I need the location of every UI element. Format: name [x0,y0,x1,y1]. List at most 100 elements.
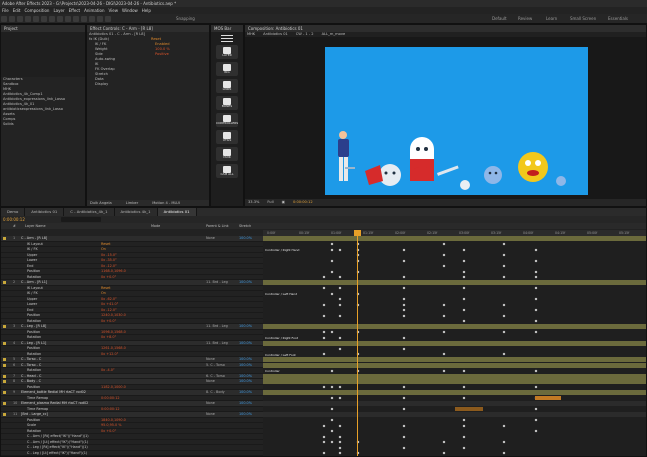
keyframe[interactable] [338,424,342,427]
label-color-swatch[interactable] [3,413,6,416]
keyframe[interactable] [338,396,342,400]
effect-row[interactable]: Display [87,82,209,87]
mos-bar-tab[interactable]: MOS Bar [211,25,243,32]
keyframe[interactable] [402,275,406,279]
layer-duration-bar[interactable]: Controller / Right Foot [263,324,646,340]
keyframe[interactable] [462,286,466,290]
keyframe[interactable] [402,314,406,317]
keyframe[interactable] [338,303,342,306]
keyframe[interactable] [402,347,406,350]
layer-duration-bar[interactable] [263,412,646,417]
hand-tool-icon[interactable] [17,16,23,22]
keyframe[interactable] [534,385,538,389]
layer-duration-bar[interactable]: Controller [263,362,646,379]
keyframe[interactable] [402,385,406,389]
breadcrumb-item[interactable]: ALL_m_move [322,32,346,37]
label-color-swatch[interactable] [3,380,6,383]
puppet-tool-icon[interactable] [105,16,111,22]
keyframe[interactable] [330,242,334,246]
keyframe[interactable] [462,248,466,251]
duik-bones-button[interactable]: BONES [216,96,238,110]
keyframe[interactable] [534,330,538,334]
menu-layer[interactable]: Layer [53,7,64,14]
time-remap-segment[interactable] [455,406,483,411]
keyframe[interactable] [322,451,326,455]
keyframe[interactable] [338,275,342,279]
workspace-review[interactable]: Review [518,14,532,23]
keyframe[interactable] [338,297,342,301]
menu-window[interactable]: Window [122,7,138,14]
workspace-learn[interactable]: Learn [546,14,557,23]
keyframe[interactable] [534,286,538,290]
menu-composition[interactable]: Composition [24,7,49,14]
type-tool-icon[interactable] [73,16,79,22]
keyframe[interactable] [338,385,342,389]
layer-duration-bar[interactable] [263,401,646,406]
keyframe[interactable] [534,259,538,262]
keyframe[interactable] [534,369,538,372]
pan-behind-tool-icon[interactable] [49,16,55,22]
keyframe[interactable] [534,248,538,251]
keyframe[interactable] [338,440,342,444]
keyframe[interactable] [402,424,406,427]
label-color-swatch[interactable] [3,325,6,328]
quality-dropdown[interactable]: Full [267,199,273,206]
camera-tool-icon[interactable] [41,16,47,22]
timeline-tab[interactable]: C - Antibiotics_4k_1 [64,208,115,216]
workspace-default[interactable]: Default [492,14,507,23]
keyframe[interactable] [502,275,506,279]
keyframe[interactable] [338,451,342,455]
keyframe[interactable] [338,446,342,449]
menu-animation[interactable]: Animation [84,7,104,14]
keyframe[interactable] [442,264,446,268]
keyframe[interactable] [402,259,406,262]
label-color-swatch[interactable] [3,402,6,405]
keyframe[interactable] [330,440,334,444]
brush-tool-icon[interactable] [81,16,87,22]
keyframe[interactable] [502,303,506,306]
label-color-swatch[interactable] [3,358,6,361]
breadcrumb-item[interactable]: Antibiotics 01 [263,32,288,37]
keyframe[interactable] [534,407,538,411]
timeline-tracks[interactable]: 0:00f 00:15f 01:00f 01:15f 02:00f 02:15f 03:00… [263,230,646,456]
layer-duration-bar[interactable] [263,390,646,395]
keyframe[interactable] [402,308,406,312]
workspace-essentials[interactable]: Essentials [608,14,628,23]
keyframe[interactable] [534,308,538,312]
keyframe[interactable] [338,248,342,251]
keyframe[interactable] [322,275,326,279]
keyframe[interactable] [330,259,334,262]
layer-duration-bar[interactable]: Controller [263,357,646,373]
keyframe[interactable] [330,330,334,334]
keyframe[interactable] [462,424,466,427]
duik-utils-button[interactable]: UTILS [216,130,238,144]
home-icon[interactable] [1,16,7,22]
layer-search-input[interactable] [61,217,101,222]
keyframe[interactable] [502,242,506,246]
snapping-toggle[interactable]: Snapping [176,14,195,23]
keyframe[interactable] [442,253,446,257]
keyframe[interactable] [402,446,406,449]
duik-duik-button[interactable]: DUIK [216,147,238,161]
effect-controls-tab[interactable]: Effect Controls: C - Arm - [R L8] [87,25,209,32]
keyframe[interactable] [534,429,538,433]
keyframe[interactable] [322,435,326,438]
keyframe[interactable] [322,424,326,427]
menu-help[interactable]: Help [142,7,151,14]
keyframe[interactable] [502,352,506,356]
keyframe[interactable] [330,429,334,433]
current-time-indicator[interactable] [357,230,358,456]
property-row[interactable]: C - Leg / [Lt] effect("IK")("Hand")(1) [1,451,263,456]
keyframe[interactable] [322,440,326,444]
selection-tool-icon[interactable] [9,16,15,22]
composition-canvas[interactable] [325,47,588,195]
composition-tab[interactable]: Composition: Antibiotics 01 [245,25,646,32]
project-tab[interactable]: Project [1,25,85,32]
keyframe[interactable] [534,270,538,273]
keyframe[interactable] [330,407,334,411]
clone-stamp-tool-icon[interactable] [89,16,95,22]
keyframe[interactable] [330,396,334,400]
label-color-swatch[interactable] [3,363,6,367]
label-color-swatch[interactable] [3,341,6,345]
duik-rig-button[interactable]: RIG [216,62,238,76]
